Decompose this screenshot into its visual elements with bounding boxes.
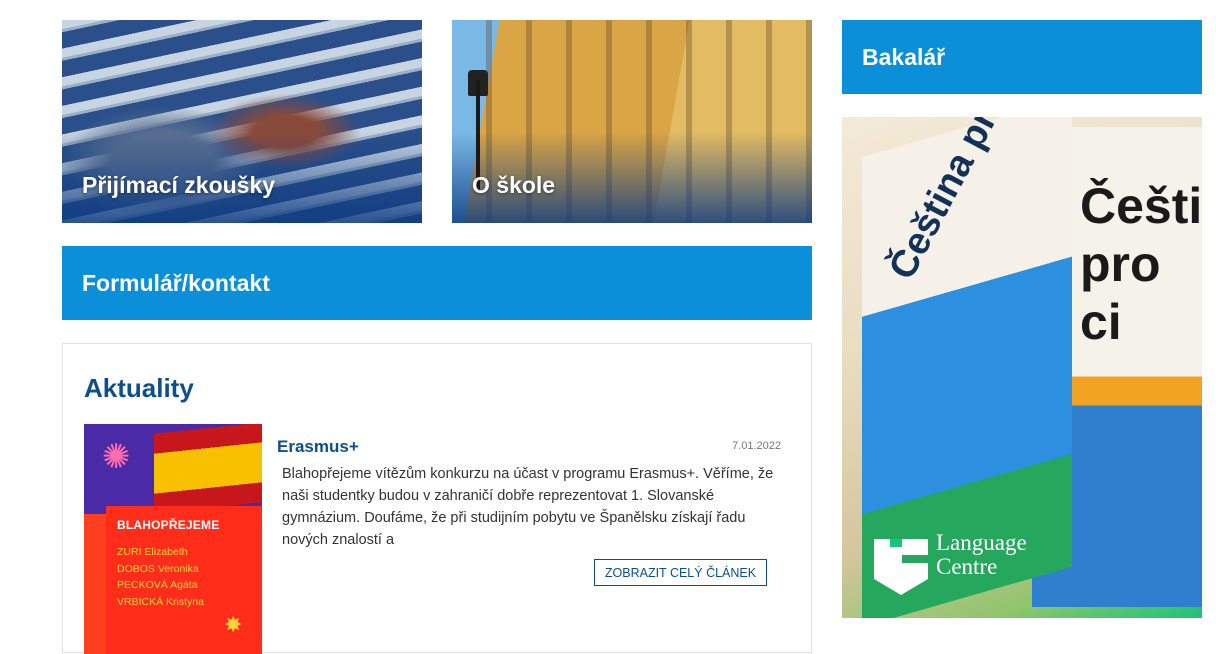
bakalar-banner[interactable]: Bakalář [842,20,1202,94]
article-date: 7.01.2022 [732,440,781,452]
logo-line-1: Language [936,530,1027,555]
article-image-names: ZURI Elizabeth DOBOS Veronika PECKOVÁ Ag… [117,544,204,610]
winner-name: DOBOS Veronika [117,562,199,575]
textbook-back-title: Češti pro ci [1080,178,1202,350]
winner-name: VRBICKÁ Kristyna [117,595,204,608]
language-centre-logo-text: Language Centre [936,531,1027,579]
news-heading: Aktuality [84,373,194,403]
article-title-link[interactable]: Erasmus+ [277,437,359,457]
bakalar-banner-label: Bakalář [862,43,946,70]
contact-form-banner-label: Formulář/kontakt [82,269,270,296]
about-school-tile[interactable]: O škole [452,20,812,223]
language-centre-ad[interactable]: Češti pro ci Čeština pro cizince Languag… [842,117,1202,618]
contact-form-banner[interactable]: Formulář/kontakt [62,246,812,320]
article-image-heading: BLAHOPŘEJEME [117,518,220,532]
logo-line-2: Centre [936,554,998,579]
winner-name: ZURI Elizabeth [117,546,188,558]
firework-icon: ✺ [102,438,131,476]
admission-tile[interactable]: Přijímací zkoušky [62,20,422,223]
admission-tile-label: Přijímací zkoušky [82,172,276,198]
article-excerpt: Blahopřejeme vítězům konkurzu na účast v… [282,466,774,548]
star-burst-icon: ✸ [224,612,243,637]
article-image[interactable]: ✺ BLAHOPŘEJEME ZURI Elizabeth DOBOS Vero… [84,424,262,654]
language-centre-logo-icon [874,539,928,595]
winner-name: PECKOVÁ Agáta [117,579,198,591]
show-full-article-button[interactable]: ZOBRAZIT CELÝ ČLÁNEK [594,559,767,586]
spain-flag-graphic [154,424,262,514]
about-school-tile-label: O škole [472,172,556,198]
news-section: Aktuality ✺ BLAHOPŘEJEME ZURI Elizabeth … [62,343,812,654]
